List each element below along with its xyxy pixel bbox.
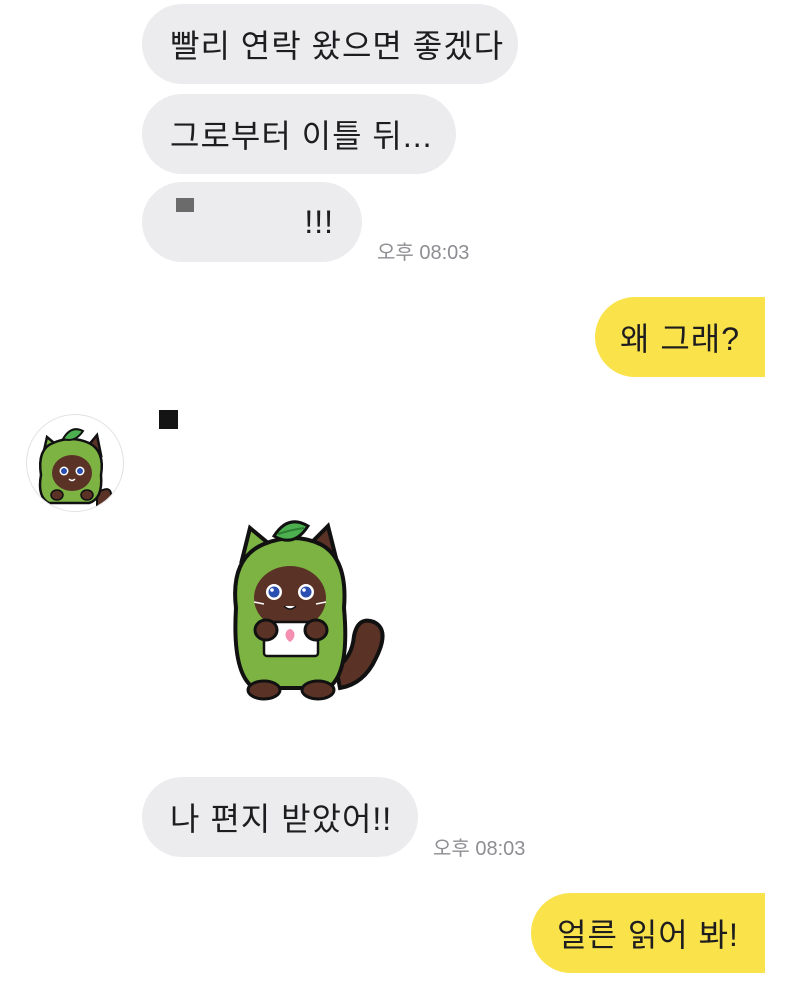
- incoming-message-bubble[interactable]: !!!: [142, 182, 362, 262]
- message-text: 얼른 읽어 봐!: [557, 917, 739, 953]
- sender-avatar[interactable]: [26, 414, 124, 512]
- sticker-message[interactable]: [224, 518, 388, 706]
- message-text: 나 편지 받았어!!: [170, 801, 393, 837]
- message-text: 빨리 연락 왔으면 좋겠다: [170, 28, 505, 64]
- message-timestamp: 오후 08:03: [377, 242, 470, 264]
- outgoing-message-bubble[interactable]: 왜 그래?: [595, 297, 765, 377]
- outgoing-message-bubble[interactable]: 얼른 읽어 봐!: [531, 893, 765, 973]
- message-text: 왜 그래?: [620, 321, 741, 357]
- incoming-message-bubble[interactable]: 빨리 연락 왔으면 좋겠다: [142, 4, 518, 84]
- message-timestamp: 오후 08:03: [433, 838, 526, 860]
- message-text: 그로부터 이틀 뒤...: [170, 118, 433, 154]
- green-hood-cat-avatar-icon: [38, 428, 113, 509]
- redacted-content-mark: [176, 198, 195, 212]
- green-hood-cat-holding-letter-sticker-icon: [233, 520, 385, 701]
- incoming-message-bubble[interactable]: 나 편지 받았어!!: [142, 777, 418, 857]
- sender-name-redacted: [159, 410, 178, 429]
- incoming-message-bubble[interactable]: 그로부터 이틀 뒤...: [142, 94, 456, 174]
- message-text: !!!: [304, 203, 334, 240]
